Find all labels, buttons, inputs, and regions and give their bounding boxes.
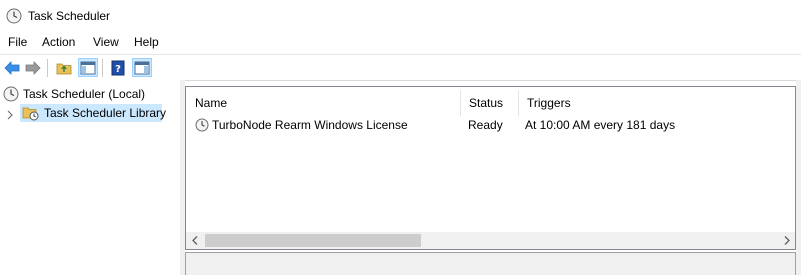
- task-list: Name Status Triggers TurboNode Rearm Win…: [185, 86, 796, 250]
- up-folder-icon[interactable]: [54, 58, 74, 77]
- forward-icon[interactable]: [23, 58, 43, 77]
- console-tree: Task Scheduler (Local) Task Scheduler Li…: [0, 80, 180, 275]
- scroll-left-icon[interactable]: [186, 232, 203, 249]
- column-header-triggers[interactable]: Triggers: [518, 90, 795, 116]
- column-header-name[interactable]: Name: [187, 90, 459, 116]
- show-hide-action-pane-icon[interactable]: [132, 58, 152, 77]
- help-icon[interactable]: ?: [108, 58, 128, 77]
- menu-help[interactable]: Help: [132, 35, 161, 49]
- task-status: Ready: [468, 118, 503, 132]
- task-name: TurboNode Rearm Windows License: [212, 118, 408, 132]
- tree-item-label: Task Scheduler (Local): [23, 87, 146, 101]
- toolbar-separator: [47, 59, 48, 77]
- scroll-right-icon[interactable]: [778, 232, 795, 249]
- table-row[interactable]: TurboNode Rearm Windows License Ready At…: [186, 117, 795, 135]
- task-detail-pane: [185, 252, 796, 275]
- window-title: Task Scheduler: [28, 9, 111, 23]
- folder-clock-icon: [22, 105, 40, 121]
- horizontal-scrollbar[interactable]: [186, 232, 795, 249]
- scrollbar-thumb[interactable]: [205, 234, 421, 247]
- menu-bar: File Action View Help: [0, 33, 801, 53]
- toolbar-separator: [102, 59, 103, 77]
- show-hide-console-tree-icon[interactable]: [78, 58, 98, 77]
- menu-file[interactable]: File: [6, 35, 29, 49]
- task-clock-icon: [195, 118, 209, 132]
- pane-edge: [796, 80, 801, 275]
- tree-item-task-scheduler-local[interactable]: Task Scheduler (Local): [3, 85, 178, 103]
- svg-text:?: ?: [115, 64, 121, 75]
- task-scheduler-clock-icon: [3, 86, 19, 102]
- title-bar: Task Scheduler: [0, 0, 801, 33]
- back-icon[interactable]: [2, 58, 22, 77]
- menu-action[interactable]: Action: [40, 35, 77, 49]
- tree-item-label: Task Scheduler Library: [44, 106, 167, 120]
- toolbar: ?: [0, 54, 801, 81]
- menu-view[interactable]: View: [91, 35, 121, 49]
- task-scheduler-clock-icon: [6, 8, 22, 24]
- column-header-status[interactable]: Status: [460, 90, 518, 116]
- tree-item-task-scheduler-library[interactable]: Task Scheduler Library: [20, 104, 166, 122]
- task-triggers: At 10:00 AM every 181 days: [525, 118, 676, 132]
- chevron-right-icon[interactable]: [6, 109, 16, 120]
